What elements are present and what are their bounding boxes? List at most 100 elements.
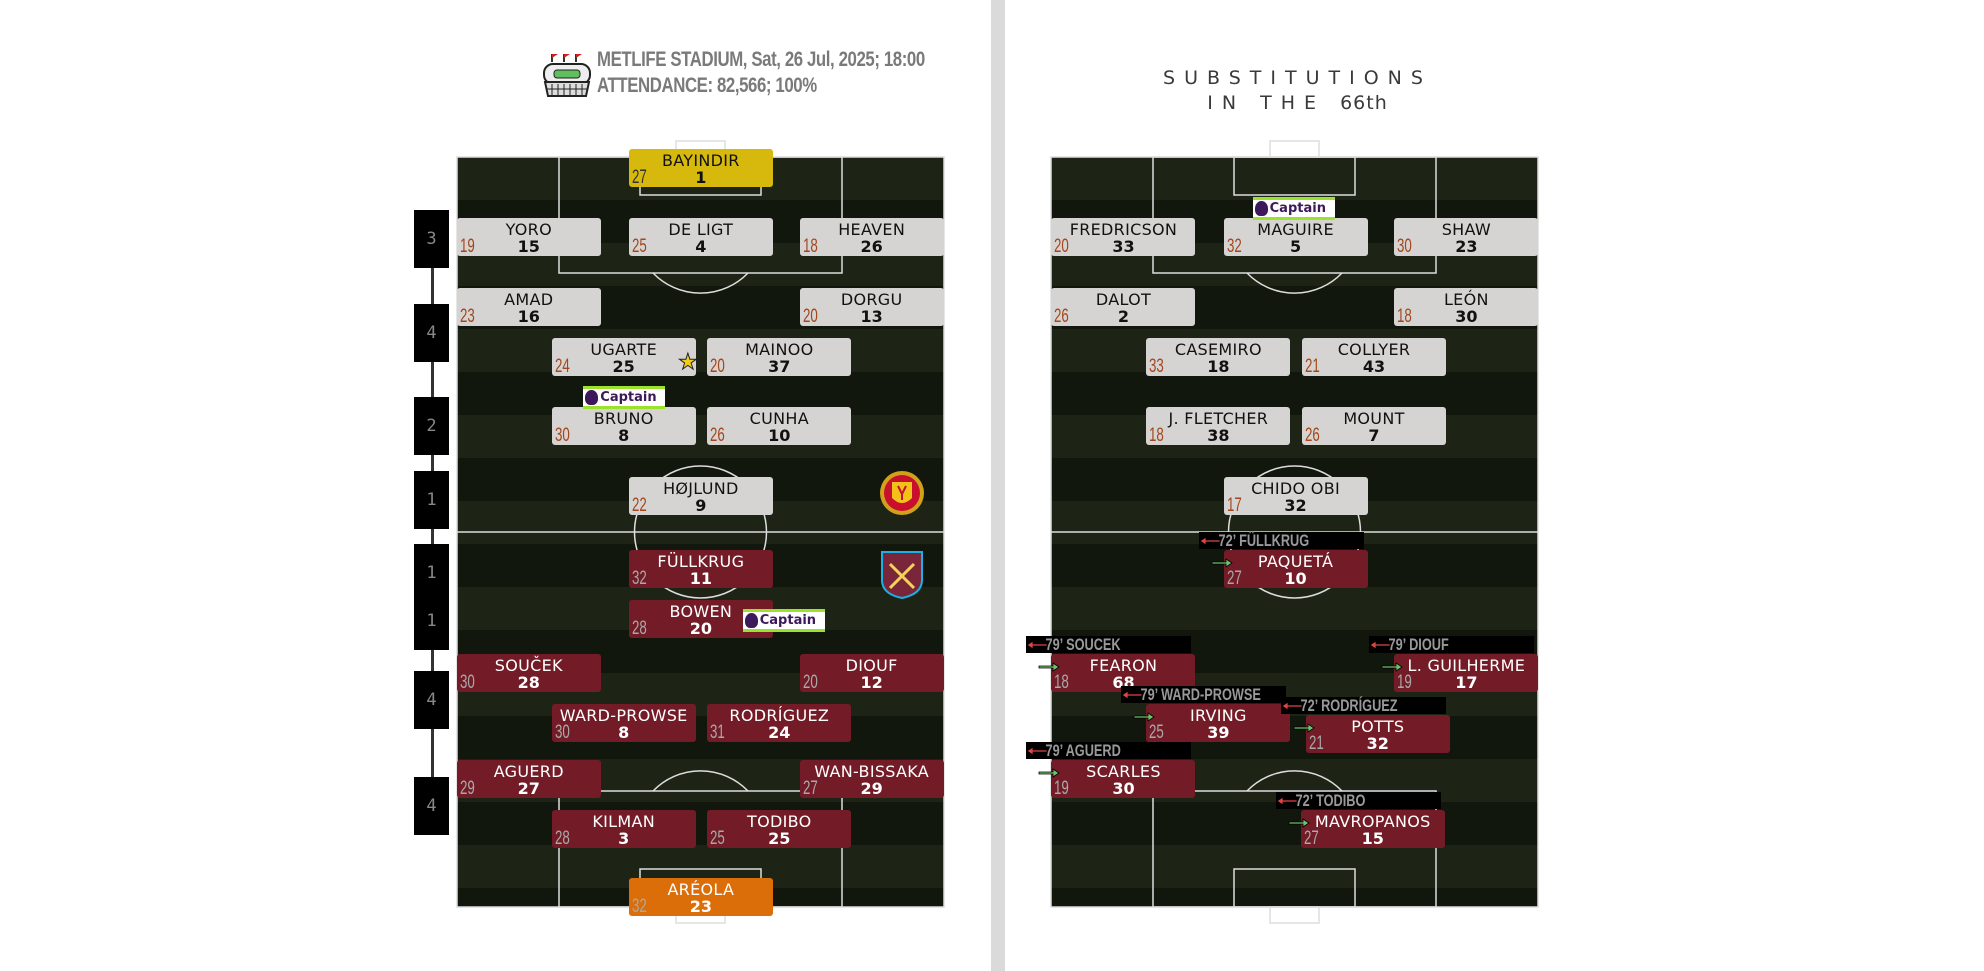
- formation-count: 3: [414, 210, 449, 268]
- player-card[interactable]: DE LIGT 4 25: [628, 217, 773, 257]
- player-number: 10: [1284, 569, 1307, 589]
- sub-off-arrow-icon: [1026, 640, 1048, 650]
- player-card[interactable]: FREDRICSON 33 20: [1051, 217, 1196, 257]
- captain-label: Captain: [1269, 201, 1326, 217]
- player-card[interactable]: DALOT 2 26: [1051, 288, 1196, 327]
- subs-minute: 66th: [1340, 92, 1388, 114]
- player-age: 20: [802, 672, 818, 694]
- player-card[interactable]: COLLYER 43 21: [1302, 337, 1446, 377]
- player-card[interactable]: SHAW 23 30: [1394, 217, 1539, 257]
- player-age: 21: [1305, 355, 1320, 377]
- substituted-off-banner: 79’ WARD-PROWSE: [1121, 685, 1287, 703]
- player-number: 10: [768, 426, 791, 446]
- player-number: 32: [1284, 496, 1307, 516]
- player-age: 32: [1226, 235, 1242, 257]
- player-number: 25: [768, 828, 791, 848]
- player-number: 43: [1362, 356, 1386, 376]
- player-age: 27: [1303, 827, 1319, 849]
- player-age: 30: [1397, 235, 1413, 257]
- player-age: 27: [631, 167, 647, 189]
- stadium-icon: [543, 54, 591, 97]
- formation-count: 4: [414, 671, 449, 729]
- player-number: 23: [689, 897, 712, 917]
- player-card[interactable]: PAQUETÁ 10 27: [1223, 550, 1368, 589]
- captain-badge: Captain: [1252, 197, 1335, 221]
- player-age: 21: [1308, 732, 1324, 754]
- player-number: 26: [860, 236, 883, 256]
- player-card[interactable]: HEAVEN 26 18: [799, 217, 944, 257]
- player-number: 29: [860, 779, 883, 799]
- player-age: 19: [1397, 672, 1413, 694]
- player-card[interactable]: DIOUF 12 20: [799, 654, 944, 694]
- player-card[interactable]: DORGU 13 20: [799, 288, 944, 328]
- player-card[interactable]: MAINOO 37 20: [707, 337, 852, 377]
- player-card[interactable]: AMAD 16 23: [456, 288, 601, 328]
- player-card[interactable]: J. FLETCHER 38 18: [1146, 407, 1291, 446]
- captain-badge: Captain: [583, 385, 666, 409]
- player-card[interactable]: MOUNT 7 26: [1302, 407, 1446, 446]
- player-card[interactable]: WAN-BISSAKA 29 27: [799, 760, 944, 799]
- player-card[interactable]: CUNHA 10 26: [707, 407, 852, 446]
- captain-label: Captain: [600, 389, 657, 405]
- player-number: 13: [860, 307, 883, 327]
- venue-date: METLIFE STADIUM, Sat, 26 Jul, 2025; 18:0…: [597, 48, 925, 71]
- player-card[interactable]: POTTS 32 21: [1305, 714, 1450, 754]
- player-number: 17: [1455, 673, 1478, 693]
- pitch-markings: [456, 140, 945, 924]
- player-card[interactable]: UGARTE 25 24 ★: [551, 337, 698, 377]
- player-age: 24: [554, 355, 570, 377]
- player-card[interactable]: BAYINDIR 1 27: [628, 149, 773, 189]
- player-card[interactable]: L. GUILHERME 17 19: [1394, 654, 1539, 694]
- player-card[interactable]: YORO 15 19: [456, 217, 601, 257]
- player-card[interactable]: WARD-PROWSE 8 30: [551, 703, 696, 743]
- player-card[interactable]: TODIBO 25 25: [707, 809, 852, 849]
- player-number: 28: [517, 673, 540, 693]
- player-card[interactable]: BRUNO 8 30: [551, 407, 696, 446]
- man-utd-crest-icon: [880, 471, 924, 515]
- player-card[interactable]: MAVROPANOS 15 27: [1300, 809, 1445, 849]
- player-card[interactable]: FÜLLKRUG 11 32: [628, 550, 773, 590]
- player-number: 18: [1207, 356, 1230, 376]
- player-card[interactable]: HØJLUND 9 22: [628, 477, 773, 517]
- premier-league-lion-icon: [1254, 201, 1268, 217]
- player-age: 30: [554, 721, 570, 743]
- player-card[interactable]: RODRÍGUEZ 24 31: [707, 703, 852, 743]
- player-age: 18: [802, 235, 818, 257]
- player-age: 23: [459, 306, 475, 328]
- player-age: 18: [1397, 306, 1413, 328]
- west-ham-crest-icon: [881, 551, 923, 600]
- player-age: 25: [710, 827, 726, 849]
- panel-divider: [991, 0, 1005, 971]
- player-age: 30: [459, 672, 475, 694]
- player-card[interactable]: IRVING 39 25: [1146, 703, 1291, 743]
- player-card[interactable]: CASEMIRO 18 33: [1146, 337, 1291, 377]
- player-age: 22: [631, 495, 647, 517]
- player-age: 31: [710, 721, 726, 743]
- sub-on-arrow-icon: [1039, 662, 1061, 672]
- player-number: 7: [1368, 426, 1380, 446]
- player-card[interactable]: SCARLES 30 19: [1051, 760, 1196, 799]
- player-number: 37: [768, 356, 791, 376]
- player-number: 39: [1207, 722, 1230, 742]
- player-number: 27: [517, 779, 540, 799]
- player-age: 20: [802, 306, 818, 328]
- player-age: 17: [1226, 495, 1242, 517]
- formation-count: 1: [414, 471, 449, 529]
- player-card[interactable]: LEÓN 30 18: [1394, 288, 1539, 328]
- sub-on-arrow-icon: [1381, 662, 1404, 672]
- sub-on-arrow-icon: [1293, 723, 1315, 733]
- player-age: 32: [631, 568, 647, 590]
- player-card[interactable]: ARÉOLA 23 32: [628, 878, 773, 917]
- player-number: 38: [1207, 426, 1230, 446]
- sub-off-arrow-icon: [1198, 536, 1220, 547]
- player-card[interactable]: AGUERD 27 29: [456, 760, 601, 799]
- player-age: 33: [1149, 355, 1165, 377]
- formation-count: 2: [414, 397, 449, 455]
- player-number: 24: [768, 722, 791, 742]
- player-number: 30: [1112, 779, 1135, 799]
- player-card[interactable]: MAGUIRE 5 32: [1223, 217, 1368, 257]
- subs-subtitle: IN THE 66th: [1100, 92, 1495, 114]
- player-card[interactable]: KILMAN 3 28: [551, 809, 696, 849]
- player-card[interactable]: SOUČEK 28 30: [456, 654, 601, 694]
- player-card[interactable]: CHIDO OBI 32 17: [1223, 477, 1368, 517]
